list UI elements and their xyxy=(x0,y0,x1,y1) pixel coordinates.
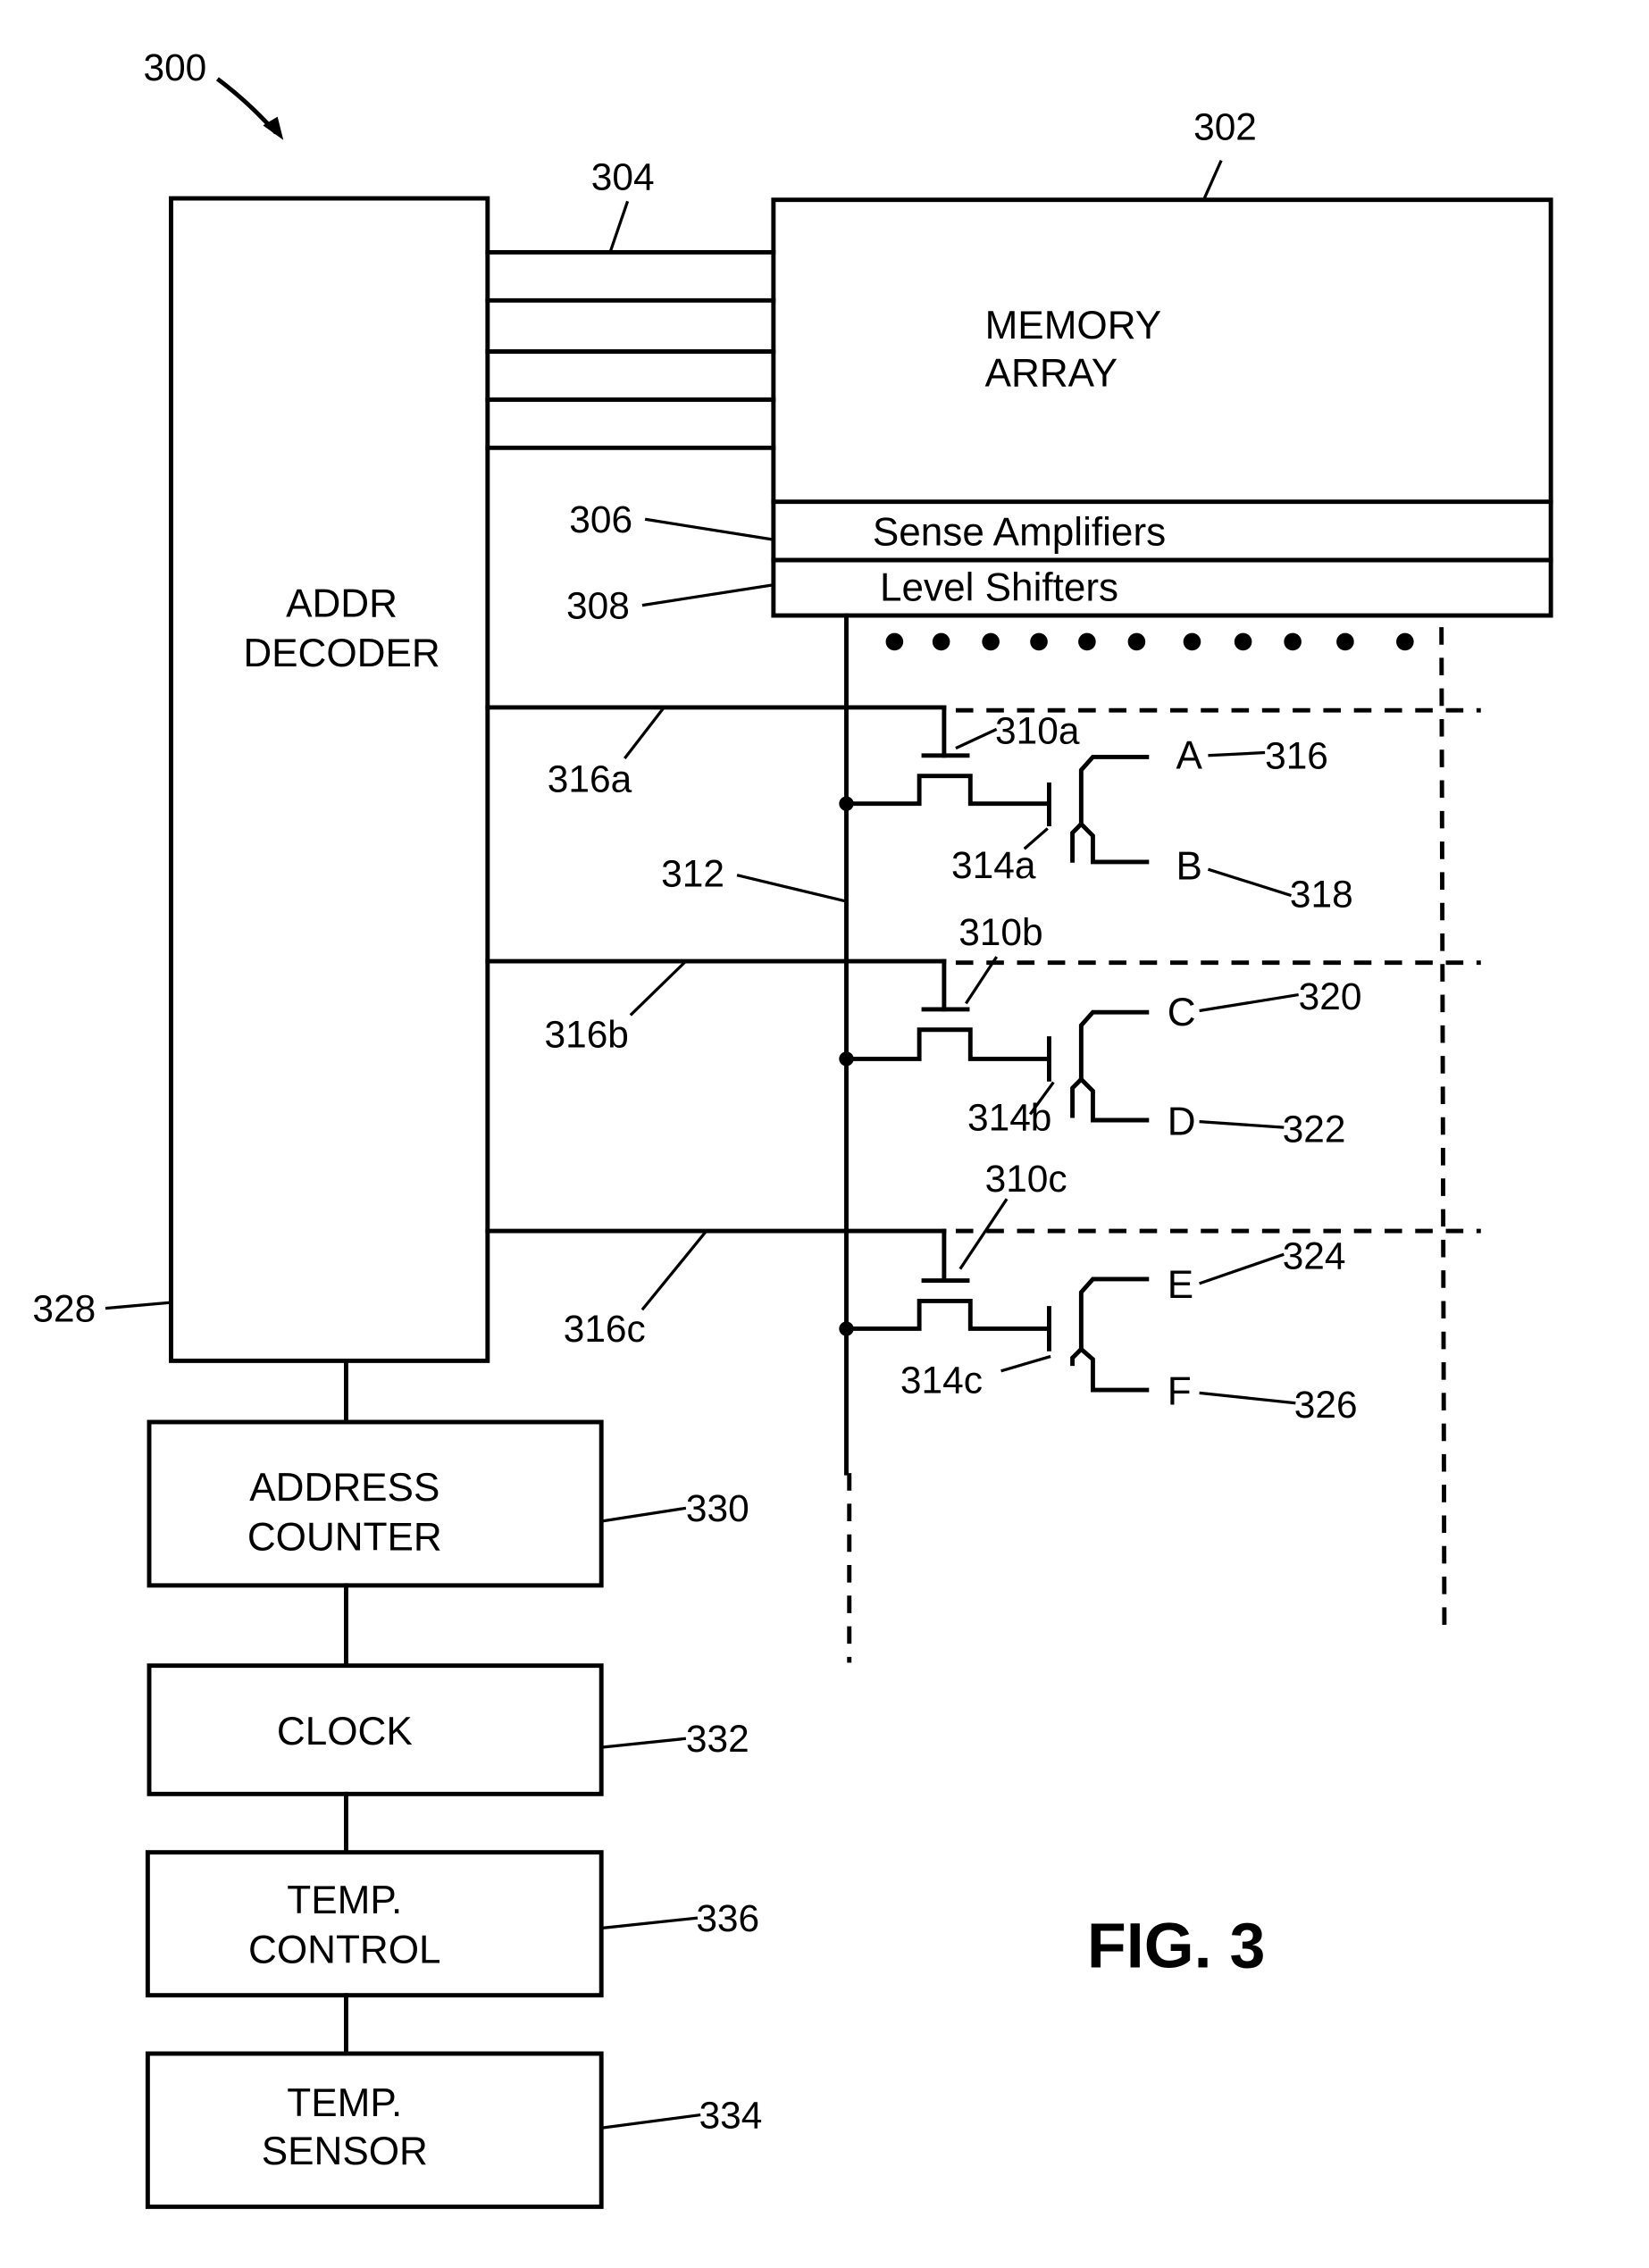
svg-text:D: D xyxy=(1168,1100,1196,1143)
svg-text:314c: 314c xyxy=(900,1359,983,1401)
sense-amplifiers-label: Sense Amplifiers xyxy=(873,511,1166,555)
svg-text:CLOCK: CLOCK xyxy=(277,1710,413,1753)
ref-316b: 316b xyxy=(545,1013,629,1055)
svg-text:TEMP.: TEMP. xyxy=(287,2081,402,2125)
cell-c: 310c 314c E 324 F 326 xyxy=(485,1158,1481,1426)
ref-316c: 316c xyxy=(564,1308,646,1350)
svg-text:E: E xyxy=(1168,1263,1193,1307)
level-shifters-label: Level Shifters xyxy=(880,566,1118,610)
address-counter-block: ADDRESS COUNTER xyxy=(146,1419,604,1588)
svg-text:318: 318 xyxy=(1290,874,1353,916)
svg-text:316: 316 xyxy=(1265,734,1328,776)
ref-306: 306 xyxy=(569,498,632,540)
svg-text:324: 324 xyxy=(1283,1235,1346,1277)
continuation-dots xyxy=(885,632,1414,651)
svg-text:SENSOR: SENSOR xyxy=(262,2130,428,2173)
svg-text:A: A xyxy=(1176,733,1203,777)
svg-text:F: F xyxy=(1168,1369,1192,1413)
svg-text:320: 320 xyxy=(1299,975,1362,1017)
arrow-300-icon xyxy=(215,77,284,140)
svg-text:ARRAY: ARRAY xyxy=(985,352,1118,396)
svg-text:314a: 314a xyxy=(951,844,1036,886)
svg-text:ADDR: ADDR xyxy=(286,582,398,626)
circuit-diagram: 300 ADDR DECODER 328 MEMORY ARRAY Sense … xyxy=(32,46,1553,2209)
ref-304: 304 xyxy=(591,155,655,197)
svg-text:CONTROL: CONTROL xyxy=(248,1929,441,1972)
dashed-boundary xyxy=(1439,627,1447,1627)
addr-decoder-block: ADDR DECODER xyxy=(169,196,490,1363)
svg-text:326: 326 xyxy=(1294,1384,1358,1426)
ref-328: 328 xyxy=(32,1287,96,1329)
svg-text:310a: 310a xyxy=(995,710,1080,752)
svg-text:DECODER: DECODER xyxy=(243,632,439,675)
ref-302: 302 xyxy=(1193,106,1257,148)
svg-text:COUNTER: COUNTER xyxy=(247,1516,442,1560)
memory-array-block: MEMORY ARRAY Sense Amplifiers Level Shif… xyxy=(771,197,1553,618)
temp-control-block: TEMP. CONTROL xyxy=(145,1850,604,1998)
word-lines xyxy=(485,250,776,450)
cell-b: 310b 314b C 320 D 322 xyxy=(485,911,1481,1150)
svg-text:310c: 310c xyxy=(985,1158,1067,1200)
svg-text:322: 322 xyxy=(1283,1108,1346,1150)
svg-text:310b: 310b xyxy=(958,911,1042,953)
figure-caption: FIG. 3 xyxy=(1087,1911,1266,1982)
cell-a: 310a 314a A 316 B 318 xyxy=(485,705,1481,916)
ref-336: 336 xyxy=(696,1897,759,1939)
svg-text:ADDRESS: ADDRESS xyxy=(249,1466,439,1510)
temp-sensor-block: TEMP. SENSOR xyxy=(145,2051,604,2209)
clock-block: CLOCK xyxy=(146,1663,604,1796)
svg-text:B: B xyxy=(1176,845,1202,889)
ref-332: 332 xyxy=(686,1718,749,1760)
ref-300: 300 xyxy=(143,46,206,88)
ref-312: 312 xyxy=(661,853,724,895)
bit-line-312 xyxy=(844,613,852,1663)
ref-316a: 316a xyxy=(548,758,632,800)
svg-text:MEMORY: MEMORY xyxy=(985,304,1162,347)
svg-text:TEMP.: TEMP. xyxy=(287,1879,402,1922)
ref-334: 334 xyxy=(699,2094,763,2136)
ref-330: 330 xyxy=(686,1487,749,1529)
svg-text:C: C xyxy=(1168,991,1196,1034)
ref-308: 308 xyxy=(566,584,630,626)
